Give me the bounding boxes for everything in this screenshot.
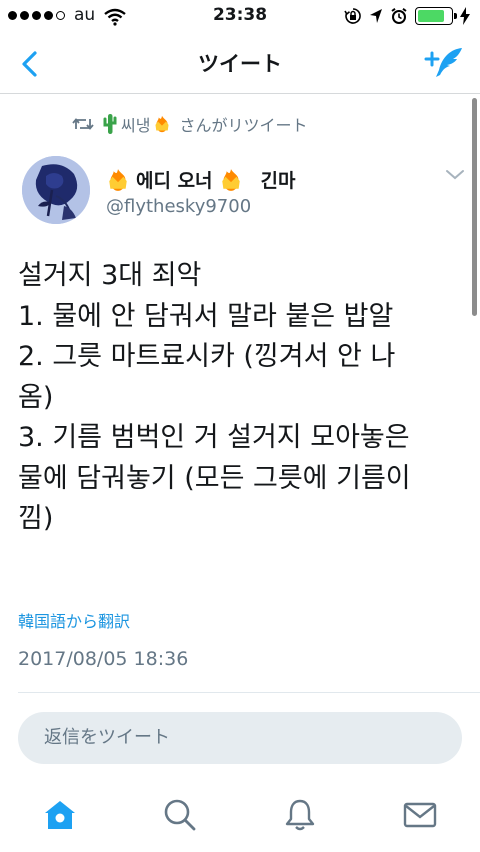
page-title: ツイート (198, 52, 282, 76)
retweeted-label: さんがリツイート (179, 116, 308, 135)
charging-bolt-icon (460, 7, 470, 25)
tweet-line: 1. 물에 안 담궈서 말라 붙은 밥알 (18, 300, 394, 332)
location-icon (370, 9, 382, 23)
crown-fire-emoji-icon (221, 168, 240, 191)
tweet-text: 설거지 3대 죄악 1. 물에 안 담궈서 말라 붙은 밥알 2. 그릇 마트료… (18, 256, 470, 540)
translate-link[interactable]: 韓国語から翻訳 (18, 608, 130, 632)
avatar[interactable] (22, 156, 90, 224)
messages-icon (403, 802, 437, 828)
notifications-icon (285, 799, 315, 831)
tweet-line: 2. 그릇 마트료시카 (낑겨서 안 나 (18, 341, 396, 372)
tab-home[interactable] (30, 785, 90, 845)
search-icon (164, 799, 196, 831)
navigation-bar: ツイート (0, 34, 480, 94)
retweet-context[interactable]: 씨냉 さんがリツイート (72, 112, 307, 136)
retweeter-name: 씨냉 (121, 116, 151, 135)
cactus-emoji-icon (103, 114, 117, 134)
tab-bar (0, 778, 480, 852)
display-name-extra: 긴마 (260, 170, 296, 192)
tweet-line: 물에 담궈놓기 (모든 그릇에 기름이 (18, 462, 411, 494)
author-name[interactable]: 에디 오너 긴마 (106, 166, 296, 193)
tab-notifications[interactable] (270, 785, 330, 845)
orientation-lock-icon (344, 8, 361, 24)
alarm-icon (391, 7, 407, 24)
rose-avatar-image (22, 156, 90, 224)
retweet-icon (72, 118, 94, 130)
author-handle[interactable]: @flythesky9700 (106, 196, 251, 217)
tweet-line: 옴) (18, 381, 54, 413)
tweet-timestamp: 2017/08/05 18:36 (18, 648, 189, 670)
crown-fire-emoji-icon (109, 168, 127, 191)
crown-fire-emoji-icon (155, 115, 169, 133)
tweet-line: 낌) (18, 503, 54, 534)
home-icon (45, 801, 75, 829)
tweet-line: 3. 기름 범벅인 거 설거지 모아놓은 (18, 422, 410, 453)
chevron-down-icon[interactable] (444, 168, 466, 182)
scrollbar[interactable] (472, 98, 477, 316)
tab-search[interactable] (150, 785, 210, 845)
status-bar: au 23:38 (0, 0, 480, 34)
display-name: 에디 오너 (136, 170, 213, 192)
compose-tweet-button[interactable] (422, 44, 466, 84)
tab-messages[interactable] (390, 785, 450, 845)
battery-icon (415, 7, 457, 25)
reply-input[interactable]: 返信をツイート (18, 712, 462, 764)
divider (18, 692, 480, 693)
compose-tweet-icon (424, 48, 462, 77)
tweet-line: 설거지 3대 죄악 (18, 260, 202, 291)
